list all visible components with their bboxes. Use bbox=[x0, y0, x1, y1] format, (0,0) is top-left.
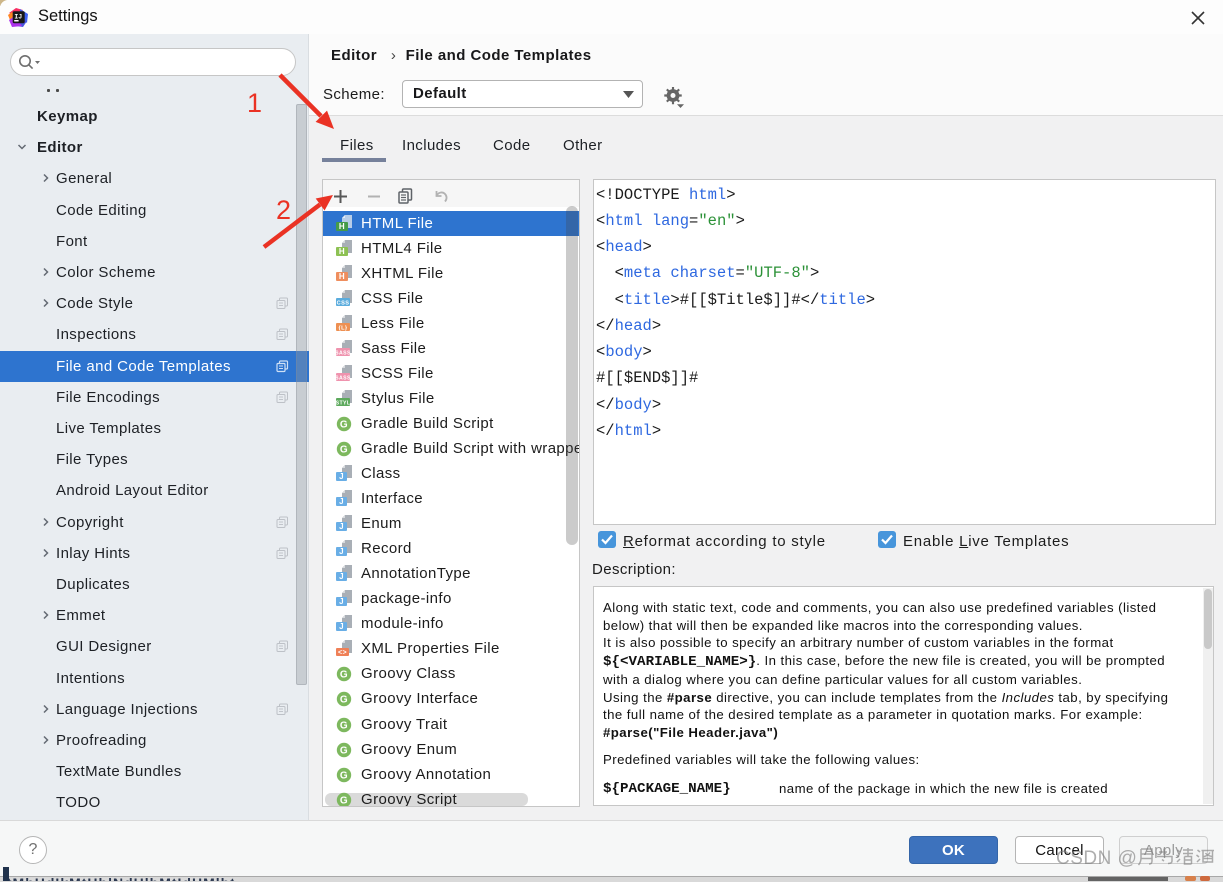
svg-text:H: H bbox=[339, 247, 345, 256]
svg-text:J: J bbox=[339, 572, 344, 581]
svg-text:<>: <> bbox=[338, 650, 347, 657]
svg-text:SASS: SASS bbox=[336, 375, 351, 381]
svg-text:IJ: IJ bbox=[14, 13, 22, 20]
svg-text:J: J bbox=[339, 472, 344, 481]
svg-text:G: G bbox=[340, 770, 348, 781]
svg-text:G: G bbox=[340, 670, 348, 681]
svg-text:G: G bbox=[340, 720, 348, 731]
svg-text:STYL: STYL bbox=[336, 400, 351, 406]
svg-text:SASS: SASS bbox=[336, 350, 351, 356]
svg-text:J: J bbox=[339, 547, 344, 556]
svg-text:{L}: {L} bbox=[339, 325, 348, 331]
svg-text:G: G bbox=[340, 444, 348, 455]
svg-text:H: H bbox=[339, 272, 345, 281]
svg-text:H: H bbox=[339, 222, 345, 231]
svg-text:J: J bbox=[339, 597, 344, 606]
svg-text:G: G bbox=[340, 745, 348, 756]
svg-text:G: G bbox=[340, 795, 348, 806]
svg-text:CSS: CSS bbox=[337, 300, 350, 306]
svg-text:J: J bbox=[339, 497, 344, 506]
svg-text:G: G bbox=[340, 419, 348, 430]
svg-text:J: J bbox=[339, 622, 344, 631]
svg-text:G: G bbox=[340, 695, 348, 706]
svg-text:J: J bbox=[339, 522, 344, 531]
